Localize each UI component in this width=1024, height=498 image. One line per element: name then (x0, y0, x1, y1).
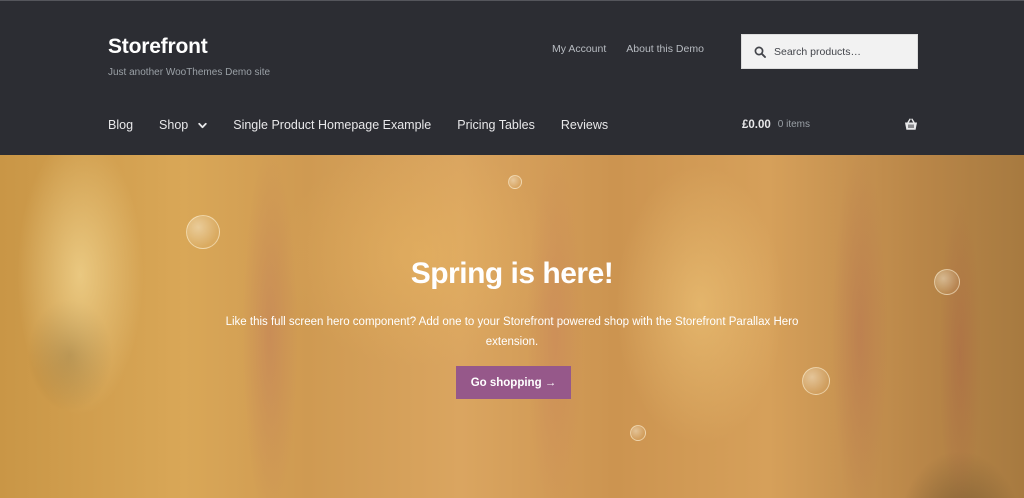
nav-item-single-product-homepage[interactable]: Single Product Homepage Example (233, 118, 431, 132)
nav-item-reviews[interactable]: Reviews (561, 118, 608, 132)
cart-link[interactable]: £0.00 0 items (742, 118, 918, 131)
nav-item-label: Reviews (560, 118, 609, 132)
product-search (741, 34, 918, 69)
hero-description: Like this full screen hero component? Ad… (225, 316, 799, 348)
primary-navigation: Blog Shop Single Product Homepage Exampl… (108, 118, 634, 132)
site-tagline: Just another WooThemes Demo site (108, 67, 271, 78)
nav-item-label: Single Product Homepage Example (233, 118, 432, 132)
nav-item-shop[interactable]: Shop (159, 118, 207, 132)
basket-icon[interactable] (904, 118, 918, 131)
cart-item-count: 0 items (777, 119, 811, 130)
my-account-link[interactable]: My Account (552, 43, 606, 55)
cart-amount: £0.00 (742, 118, 771, 131)
hero-bokeh (186, 215, 220, 249)
nav-item-label: Shop (159, 118, 189, 132)
parallax-hero: Spring is here! Like this full screen he… (0, 155, 1024, 498)
chevron-down-icon[interactable] (198, 121, 207, 130)
site-title[interactable]: Storefront (108, 35, 270, 59)
search-icon[interactable] (754, 46, 766, 58)
secondary-navigation: My Account About this Demo (552, 43, 704, 55)
go-shopping-button[interactable]: Go shopping → (456, 366, 571, 399)
nav-item-blog[interactable]: Blog (108, 118, 133, 132)
hero-title: Spring is here! (410, 257, 614, 290)
nav-item-label: Pricing Tables (457, 118, 535, 132)
site-header: Storefront Just another WooThemes Demo s… (0, 0, 1024, 155)
about-demo-link[interactable]: About this Demo (626, 43, 704, 55)
site-branding: Storefront Just another WooThemes Demo s… (108, 35, 270, 78)
search-input[interactable] (774, 45, 914, 58)
hero-bokeh (508, 175, 522, 189)
hero-bokeh (630, 425, 646, 441)
nav-item-label: Blog (108, 118, 134, 132)
hero-bokeh (802, 367, 830, 395)
nav-item-pricing-tables[interactable]: Pricing Tables (457, 118, 535, 132)
